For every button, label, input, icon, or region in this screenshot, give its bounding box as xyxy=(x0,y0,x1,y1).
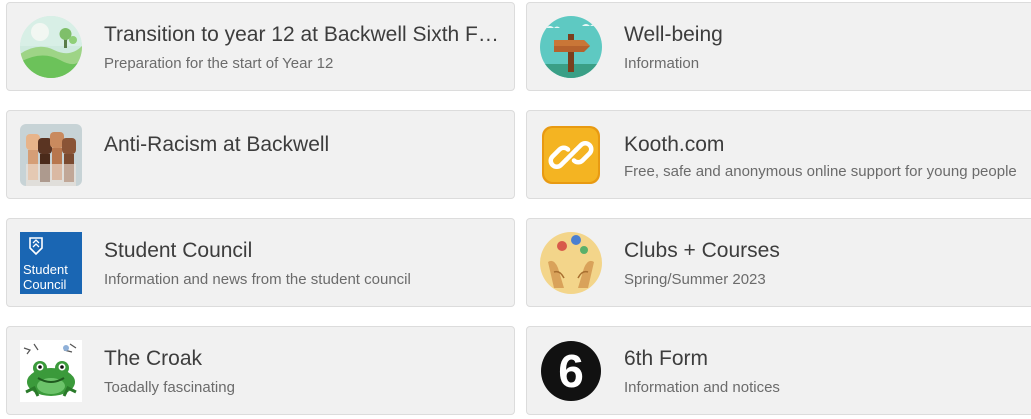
icon-label-student: Student xyxy=(23,262,68,277)
chain-link-icon xyxy=(540,124,602,186)
card-subtitle: Information xyxy=(624,55,700,72)
card-title: The Croak xyxy=(104,347,203,370)
card-title: Student Council xyxy=(104,239,253,262)
card-6th-form[interactable]: 6 6th Form Information and notices xyxy=(526,326,1031,415)
card-anti-racism[interactable]: Anti-Racism at Backwell xyxy=(6,110,515,199)
icon-label-council: Council xyxy=(23,277,66,292)
card-the-croak[interactable]: The Croak Toadally fascinating xyxy=(6,326,515,415)
signpost-icon xyxy=(540,16,602,78)
landscape-icon xyxy=(20,16,82,78)
card-title: Transition to year 12 at Backwell Sixth … xyxy=(104,23,502,46)
icon-label-six: 6 xyxy=(558,345,584,397)
card-subtitle: Spring/Summer 2023 xyxy=(624,271,766,288)
card-title: 6th Form xyxy=(624,347,709,370)
juggling-hands-icon xyxy=(540,232,602,294)
number-six-icon: 6 xyxy=(540,340,602,402)
card-subtitle: Toadally fascinating xyxy=(104,379,235,396)
card-title: Kooth.com xyxy=(624,133,725,156)
card-subtitle: Information and notices xyxy=(624,379,780,396)
card-subtitle: Free, safe and anonymous online support … xyxy=(624,163,1017,180)
resource-card-grid: Transition to year 12 at Backwell Sixth … xyxy=(0,0,1031,419)
student-council-logo-icon: Student Council xyxy=(20,232,82,294)
raised-fists-icon xyxy=(20,124,82,186)
card-title: Anti-Racism at Backwell xyxy=(104,133,330,156)
frog-icon xyxy=(20,340,82,402)
card-subtitle: Preparation for the start of Year 12 xyxy=(104,55,334,72)
card-title: Clubs + Courses xyxy=(624,239,780,262)
card-title: Well-being xyxy=(624,23,723,46)
card-clubs-courses[interactable]: Clubs + Courses Spring/Summer 2023 xyxy=(526,218,1031,307)
card-subtitle: Information and news from the student co… xyxy=(104,271,411,288)
card-transition-year-12[interactable]: Transition to year 12 at Backwell Sixth … xyxy=(6,2,515,91)
card-well-being[interactable]: Well-being Information xyxy=(526,2,1031,91)
card-kooth[interactable]: Kooth.com Free, safe and anonymous onlin… xyxy=(526,110,1031,199)
card-student-council[interactable]: Student Council Student Council Informat… xyxy=(6,218,515,307)
